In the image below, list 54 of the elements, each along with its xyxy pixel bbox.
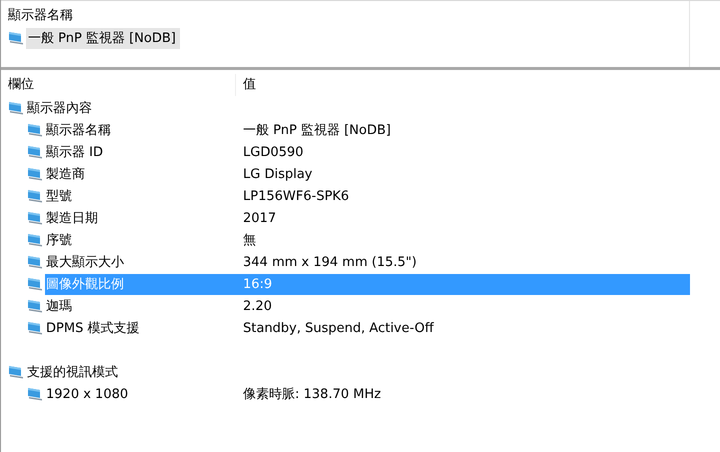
monitor-icon (27, 255, 43, 269)
monitor-icon (27, 277, 43, 291)
field-name: 序號 (45, 232, 73, 249)
field-name: 最大顯示大小 (45, 254, 125, 271)
monitor-item[interactable]: 一般 PnP 監視器 [NoDB] (26, 28, 180, 48)
tree-row[interactable]: 顯示器 ID LGD0590 (45, 142, 690, 162)
field-value: 像素時脈: 138.70 MHz (242, 386, 381, 403)
monitor-icon (27, 321, 43, 335)
field-name: 顯示器名稱 (45, 122, 112, 139)
tree-row[interactable]: 顯示器名稱 一般 PnP 監視器 [NoDB] (45, 120, 690, 140)
tree-row[interactable]: 迦瑪 2.20 (45, 296, 690, 316)
field-value: 一般 PnP 監視器 [NoDB] (242, 122, 391, 139)
field-name: 顯示器 ID (45, 144, 104, 161)
tree-row[interactable]: DPMS 模式支援 Standby, Suspend, Active-Off (45, 318, 690, 338)
monitor-icon (27, 211, 43, 225)
field-name: 製造日期 (45, 210, 99, 227)
field-name: 支援的視訊模式 (26, 364, 119, 381)
tree-row[interactable]: 製造商 LG Display (45, 164, 690, 184)
field-name: DPMS 模式支援 (45, 320, 140, 337)
tree-row[interactable]: 最大顯示大小 344 mm x 194 mm (15.5") (45, 252, 690, 272)
monitor-icon (27, 233, 43, 247)
field-value: LG Display (242, 166, 312, 182)
field-name: 製造商 (45, 166, 86, 183)
field-name: 型號 (45, 188, 73, 205)
field-value: LP156WF6-SPK6 (242, 188, 350, 204)
tree-row[interactable]: 型號 LP156WF6-SPK6 (45, 186, 690, 206)
monitor-icon (27, 123, 43, 137)
field-name: 顯示器內容 (26, 100, 93, 117)
field-value: 2.20 (242, 298, 272, 314)
column-header[interactable]: 欄位 (1, 74, 236, 96)
field-value: LGD0590 (242, 144, 304, 160)
tree-row[interactable]: 顯示器內容 (26, 98, 690, 118)
column-header[interactable]: 值 (236, 74, 256, 96)
tree-row[interactable]: 製造日期 2017 (45, 208, 690, 228)
section-label: 顯示器名稱 (8, 7, 74, 25)
monitor-icon (27, 387, 43, 401)
field-name: 圖像外觀比例 (45, 276, 125, 293)
field-name: 1920 x 1080 (45, 386, 130, 402)
field-value: 16:9 (242, 276, 272, 292)
monitor-icon (27, 167, 43, 181)
monitor-icon (8, 31, 24, 45)
field-value: Standby, Suspend, Active-Off (242, 320, 434, 336)
monitor-icon (8, 365, 24, 379)
tree-row[interactable]: 1920 x 1080 像素時脈: 138.70 MHz (45, 384, 690, 404)
tree-row[interactable]: 支援的視訊模式 (26, 362, 690, 382)
monitor-icon (27, 145, 43, 159)
field-value: 2017 (242, 210, 276, 226)
field-value: 344 mm x 194 mm (15.5") (242, 254, 417, 270)
tree-row[interactable]: 序號 無 (45, 230, 690, 250)
monitor-icon (8, 101, 24, 115)
field-name: 迦瑪 (45, 298, 73, 315)
monitor-icon (27, 189, 43, 203)
monitor-icon (27, 299, 43, 313)
field-value: 無 (242, 232, 256, 249)
